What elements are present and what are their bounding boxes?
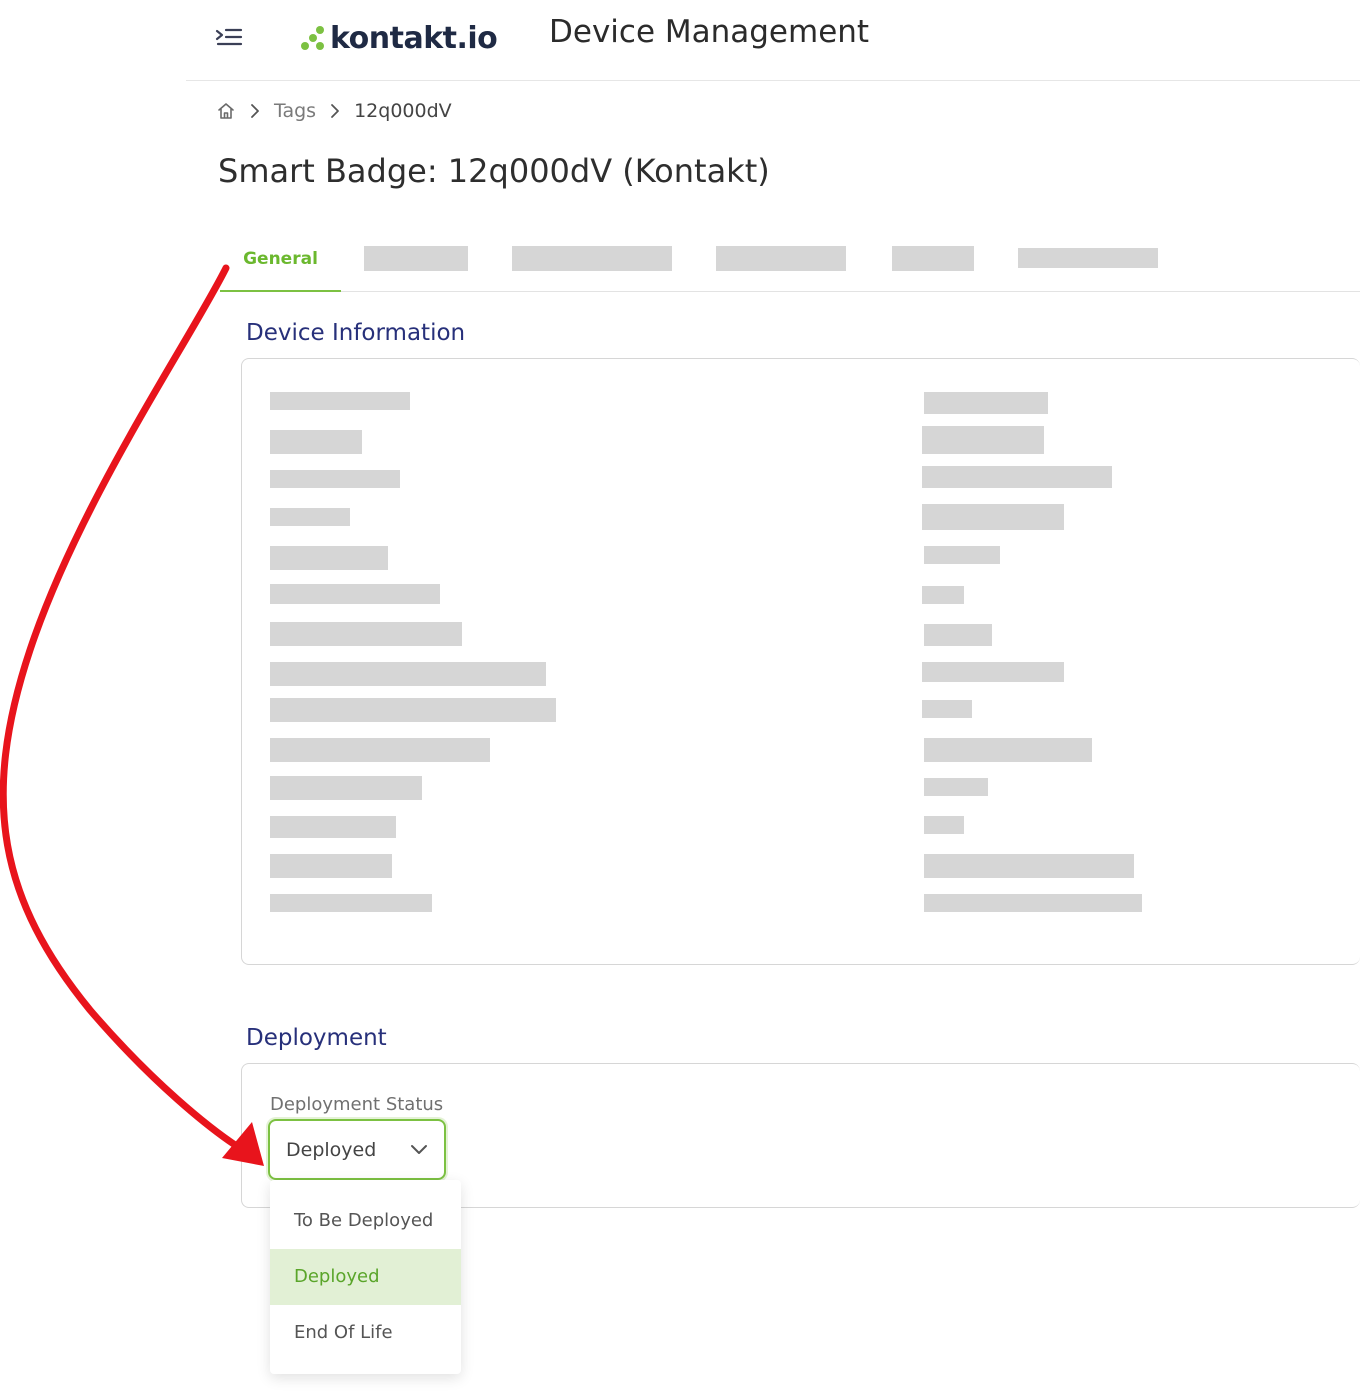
breadcrumb: Tags 12q000dV	[216, 96, 452, 126]
redacted-field	[924, 894, 1142, 912]
home-icon[interactable]	[216, 101, 236, 121]
redacted-field	[922, 662, 1064, 682]
app-title: Device Management	[549, 14, 870, 50]
page-title: Smart Badge: 12q000dV (Kontakt)	[218, 152, 770, 190]
chevron-down-icon	[410, 1144, 428, 1156]
redacted-field	[270, 662, 546, 686]
redacted-field	[924, 546, 1000, 564]
redacted-field	[924, 816, 964, 834]
redacted-field	[924, 778, 988, 796]
redacted-field	[270, 508, 350, 526]
redacted-field	[270, 698, 556, 722]
redacted-field	[270, 854, 392, 878]
redacted-field	[270, 894, 432, 912]
redacted-field	[270, 816, 396, 838]
breadcrumb-current: 12q000dV	[354, 100, 452, 122]
deployment-status-dropdown: To Be Deployed Deployed End Of Life	[270, 1180, 461, 1374]
redacted-field	[922, 586, 964, 604]
logo-dots-icon	[301, 26, 324, 50]
tab-redacted[interactable]	[892, 246, 974, 271]
redacted-field	[922, 466, 1112, 488]
deployment-status-label: Deployment Status	[270, 1094, 444, 1115]
tab-redacted[interactable]	[1018, 248, 1158, 268]
breadcrumb-tags-link[interactable]: Tags	[274, 100, 316, 122]
menu-toggle-icon[interactable]	[214, 26, 244, 50]
tab-general[interactable]: General	[220, 240, 341, 292]
redacted-field	[924, 392, 1048, 414]
tabs-divider	[220, 291, 1360, 292]
redacted-field	[270, 546, 388, 570]
logo-text: kontakt.io	[330, 20, 498, 56]
redacted-field	[270, 738, 490, 762]
redacted-field	[922, 504, 1064, 530]
tab-redacted[interactable]	[512, 246, 672, 271]
option-deployed[interactable]: Deployed	[270, 1249, 461, 1305]
device-information-title: Device Information	[246, 320, 466, 346]
deployment-status-select[interactable]: Deployed	[268, 1119, 446, 1180]
deployment-status-value: Deployed	[286, 1138, 377, 1161]
redacted-field	[270, 430, 362, 454]
redacted-field	[924, 854, 1134, 878]
header-divider	[186, 80, 1360, 81]
kontakt-logo[interactable]: kontakt.io	[300, 18, 498, 58]
deployment-title: Deployment	[246, 1025, 387, 1051]
redacted-field	[270, 622, 462, 646]
redacted-field	[270, 470, 400, 488]
redacted-field	[922, 700, 972, 718]
option-to-be-deployed[interactable]: To Be Deployed	[270, 1193, 461, 1249]
redacted-field	[924, 738, 1092, 762]
option-end-of-life[interactable]: End Of Life	[270, 1305, 461, 1361]
tab-redacted[interactable]	[716, 246, 846, 271]
redacted-field	[922, 426, 1044, 454]
redacted-field	[270, 776, 422, 800]
chevron-right-icon	[328, 103, 342, 119]
redacted-field	[270, 584, 440, 604]
chevron-right-icon	[248, 103, 262, 119]
redacted-field	[270, 392, 410, 410]
redacted-field	[924, 624, 992, 646]
tab-redacted[interactable]	[364, 246, 468, 271]
